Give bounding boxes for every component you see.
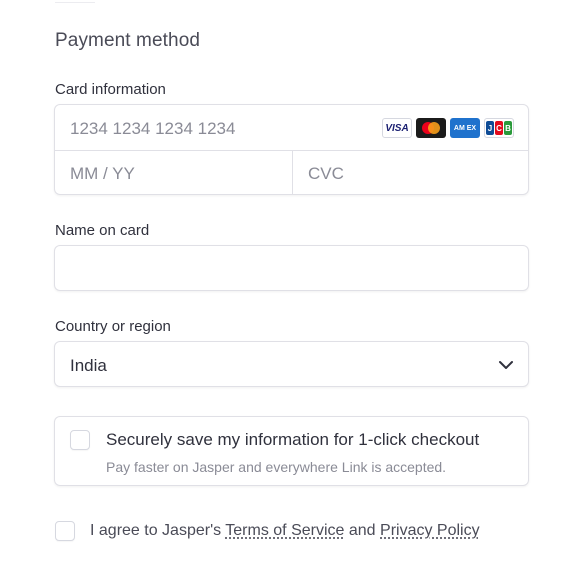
top-divider (55, 0, 95, 3)
section-title: Payment method (55, 30, 201, 51)
visa-icon: VISA (382, 118, 412, 138)
save-info-title: Securely save my information for 1-click… (106, 430, 480, 449)
name-on-card-input[interactable] (54, 245, 529, 291)
save-info-subtitle: Pay faster on Jasper and everywhere Link… (106, 459, 447, 475)
agree-terms-checkbox[interactable] (55, 521, 75, 541)
country-select[interactable]: India (54, 341, 529, 387)
jcb-icon: JCB (484, 118, 514, 138)
card-information-label: Card information (55, 81, 166, 98)
expiry-input[interactable]: MM / YY (55, 150, 293, 195)
card-number-input[interactable]: 1234 1234 1234 1234 VISA AM EX JCB (55, 105, 528, 151)
country-value: India (70, 356, 107, 375)
card-brands: VISA AM EX JCB (382, 118, 514, 138)
card-input-group: 1234 1234 1234 1234 VISA AM EX JCB MM / … (54, 104, 529, 195)
cvc-placeholder: CVC (308, 164, 344, 183)
expiry-placeholder: MM / YY (70, 164, 135, 183)
name-on-card-label: Name on card (55, 222, 150, 239)
mastercard-icon (416, 118, 446, 138)
terms-text: I agree to Jasper's Terms of Service and… (90, 522, 480, 539)
privacy-policy-link[interactable]: Privacy Policy (380, 522, 480, 539)
card-number-placeholder: 1234 1234 1234 1234 (70, 119, 236, 138)
terms-of-service-link[interactable]: Terms of Service (225, 522, 344, 539)
cvc-input[interactable]: CVC (292, 150, 528, 195)
amex-icon: AM EX (450, 118, 480, 138)
chevron-down-icon (498, 357, 514, 378)
save-info-checkbox[interactable] (70, 430, 90, 450)
link-save-box: Securely save my information for 1-click… (54, 416, 529, 486)
country-label: Country or region (55, 318, 171, 335)
